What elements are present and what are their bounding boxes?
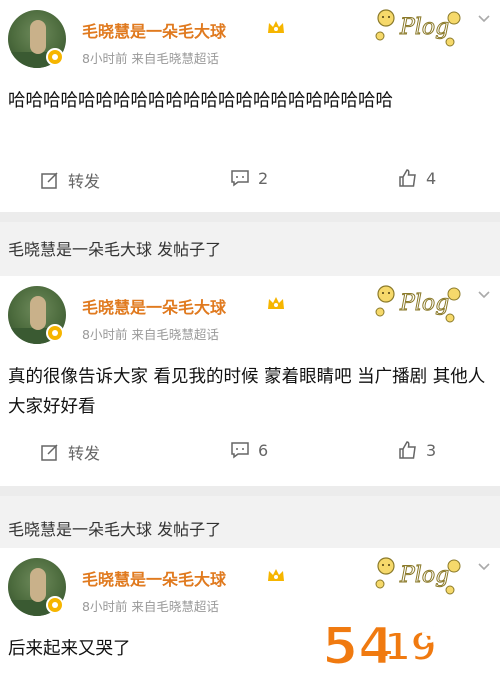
crown-icon <box>268 297 284 309</box>
like-button[interactable]: 3 <box>398 440 436 460</box>
action-bar: 转发 2 4 <box>0 168 500 198</box>
crown-icon <box>268 21 284 33</box>
post-meta: 8小时前 来自毛晓慧超话 <box>82 327 219 342</box>
author-name[interactable]: 毛晓慧是一朵毛大球 <box>82 294 226 318</box>
avatar-figure <box>30 296 46 330</box>
post-meta: 8小时前 来自毛晓慧超话 <box>82 51 219 66</box>
repost-icon <box>41 172 58 189</box>
action-bar: 转发 6 3 <box>0 440 500 470</box>
thumbs-up-icon <box>399 169 416 187</box>
author-name[interactable]: 毛晓慧是一朵毛大球 <box>82 566 226 590</box>
chevron-down-icon[interactable] <box>476 558 492 574</box>
comment-button[interactable]: 2 <box>230 168 268 188</box>
plog-word: Plog <box>399 291 449 316</box>
like-count: 3 <box>426 440 437 460</box>
comment-button[interactable]: 6 <box>230 440 268 460</box>
avatar-figure <box>30 568 46 602</box>
site-watermark-logo: 54 19 手游网 <box>321 616 483 678</box>
post-3: 毛晓慧是一朵毛大球 8小时前 来自毛晓慧超话 Plog 后来起来又哭了 54 1… <box>0 548 500 684</box>
verified-badge-icon <box>46 596 64 614</box>
like-count: 4 <box>426 168 437 188</box>
comment-icon <box>231 442 249 459</box>
separator <box>0 212 500 222</box>
thumbs-up-icon <box>399 441 416 459</box>
crown-icon <box>268 569 284 581</box>
repost-button[interactable]: 转发 <box>40 440 100 464</box>
avatar-figure <box>30 20 46 54</box>
repost-label: 转发 <box>68 172 101 191</box>
post-meta: 8小时前 来自毛晓慧超话 <box>82 599 219 614</box>
plog-sticker-icon: Plog <box>375 557 461 595</box>
post-text: 真的很像告诉大家 看见我的时候 蒙着眼睛吧 当广播剧 其他人大家好好看 <box>8 367 486 417</box>
repost-label: 转发 <box>68 444 101 463</box>
comment-icon <box>231 170 249 187</box>
chevron-down-icon[interactable] <box>476 10 492 26</box>
chevron-down-icon[interactable] <box>476 286 492 302</box>
separator <box>0 486 500 496</box>
repost-icon <box>41 444 58 461</box>
plog-word: Plog <box>399 563 449 588</box>
plog-sticker-icon: Plog <box>375 285 461 323</box>
post-2: 毛晓慧是一朵毛大球 8小时前 来自毛晓慧超话 Plog 真的很像告诉大家 看见我… <box>0 276 500 486</box>
repost-note: 毛晓慧是一朵毛大球 发帖子了 <box>8 240 222 259</box>
repost-button[interactable]: 转发 <box>40 168 100 192</box>
plog-word: Plog <box>399 15 449 40</box>
like-button[interactable]: 4 <box>398 168 436 188</box>
comment-count: 2 <box>258 168 269 188</box>
plog-sticker-icon: Plog <box>375 9 461 47</box>
post-text: 哈哈哈哈哈哈哈哈哈哈哈哈哈哈哈哈哈哈哈哈哈哈 <box>8 91 393 111</box>
author-name[interactable]: 毛晓慧是一朵毛大球 <box>82 18 226 42</box>
post-1: 毛晓慧是一朵毛大球 8小时前 来自毛晓慧超话 Plog 哈哈哈哈哈哈哈哈哈哈哈哈… <box>0 0 500 212</box>
comment-count: 6 <box>258 440 269 460</box>
repost-note: 毛晓慧是一朵毛大球 发帖子了 <box>8 520 222 539</box>
watermark-small: 手游网 <box>422 621 482 645</box>
verified-badge-icon <box>46 324 64 342</box>
verified-badge-icon <box>46 48 64 66</box>
